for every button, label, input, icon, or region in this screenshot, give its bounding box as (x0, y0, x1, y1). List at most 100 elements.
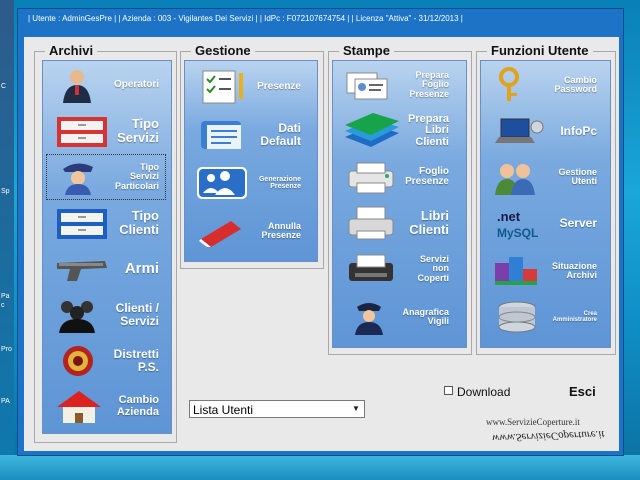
funzioni-crea-amministratore-button[interactable]: Crea Amministratore (485, 295, 603, 339)
books-icon (345, 113, 399, 147)
gestione-dati-default-label: Dati Default (260, 121, 301, 148)
archivi-tipo-servizi-label: Tipo Servizi (117, 116, 159, 145)
panel-stampe: Prepara Foglio Presenze Prepara Libri Cl… (332, 60, 467, 348)
group-title-gestione: Gestione (191, 43, 255, 58)
desktop-icon-label[interactable]: PA (1, 398, 10, 405)
funzioni-gestione-utenti-button[interactable]: Gestione Utenti (485, 155, 603, 199)
website-url: www.ServizieCoperture.it (486, 417, 580, 427)
select-value: Lista Utenti (193, 403, 254, 417)
funzioni-server-button[interactable]: .net MySQL Server (485, 201, 603, 245)
website-url-mirrored: www.ServizieCoperture.it (491, 428, 605, 444)
id-cards-icon (346, 72, 388, 100)
dotnet-mysql-icon: .net MySQL (497, 209, 538, 240)
archivi-tipo-servizi-button[interactable]: Tipo Servizi (47, 109, 165, 153)
main-window: | Utente : AdminGesPre | | Azienda : 003… (17, 8, 624, 456)
gestione-presenze-label: Presenze (257, 80, 301, 92)
cubes-chart-icon (495, 257, 537, 285)
stampe-foglio-presenze-button[interactable]: Foglio Presenze (337, 155, 455, 199)
funzioni-situazione-archivi-button[interactable]: Situazione Archivi (485, 249, 603, 293)
desktop-icon-label[interactable]: Sp (1, 188, 10, 195)
operator-person-icon (63, 70, 91, 103)
printer-icon (348, 162, 394, 194)
funzioni-situazione-archivi-label: Situazione Archivi (551, 260, 597, 280)
archivi-armi-label: Armi (124, 260, 159, 278)
panel-archivi: Operatori Tipo Servizi Tipo Servizi Part… (42, 60, 172, 434)
pistol-icon (57, 261, 107, 281)
funzioni-cambio-password-button[interactable]: Cambio Password (485, 63, 603, 107)
eraser-icon (199, 221, 241, 247)
stampe-prepara-foglio-presenze-button[interactable]: Prepara Foglio Presenze (337, 63, 455, 107)
desktop-icon-label[interactable]: Pa (1, 293, 10, 300)
desktop-left-strip: C Sp Pa c Pro PA (0, 0, 14, 480)
stampe-libri-clienti-button[interactable]: Libri Clienti (337, 201, 455, 245)
funzioni-infopc-button[interactable]: InfoPc (485, 109, 603, 153)
stampe-libri-clienti-label: Libri Clienti (409, 208, 449, 237)
esci-button[interactable]: Esci (569, 384, 596, 399)
funzioni-server-label: Server (559, 215, 597, 230)
checkbox-box[interactable] (444, 386, 453, 395)
group-gestione: Gestione Presenze Dati Default Generazio… (180, 43, 324, 269)
gestione-annulla-presenze-button[interactable]: Annulla Presenze (189, 209, 307, 253)
archivi-tipo-servizi-particolari-button[interactable]: Tipo Servizi Particolari (46, 154, 166, 200)
stampe-servizi-non-coperti-label: Servizi non Coperti (417, 253, 450, 283)
svg-text:MySQL: MySQL (497, 226, 538, 240)
document-stack-icon (201, 121, 241, 149)
group-funzioni-utente: Funzioni Utente Cambio Password InfoPc G… (476, 43, 616, 355)
download-checkbox[interactable]: Download (444, 385, 510, 399)
archivi-cambio-azienda-label: Cambio Azienda (116, 394, 159, 418)
download-label: Download (457, 385, 511, 399)
chevron-down-icon[interactable]: ▼ (349, 402, 363, 416)
desktop-icon-label[interactable]: Pro (1, 346, 12, 353)
group-title-archivi: Archivi (45, 43, 98, 58)
stampe-anagrafica-vigili-label: Anagrafica Vigili (402, 306, 449, 326)
blue-drawer-icon (57, 209, 107, 239)
archivi-tipo-clienti-label: Tipo Clienti (119, 208, 159, 237)
archivi-tipo-servizi-particolari-label: Tipo Servizi Particolari (114, 161, 159, 191)
stampe-anagrafica-vigili-button[interactable]: Anagrafica Vigili (337, 295, 455, 339)
gestione-generazione-presenze-button[interactable]: Generazione Presenze (189, 161, 307, 205)
key-icon (499, 67, 519, 101)
funzioni-cambio-password-label: Cambio Password (554, 74, 597, 94)
archivi-distretti-ps-button[interactable]: Distretti P.S. (47, 339, 165, 383)
group-title-funzioni-utente: Funzioni Utente (487, 43, 593, 58)
laptop-icon (495, 118, 544, 143)
window-titlebar: | Utente : AdminGesPre | | Azienda : 003… (18, 9, 623, 29)
stampe-prepara-foglio-presenze-label: Prepara Foglio Presenze (409, 69, 449, 99)
gestione-annulla-presenze-label: Annulla Presenze (261, 220, 301, 240)
desktop-sea-strip (0, 455, 640, 480)
lista-utenti-select[interactable]: Lista Utenti ▼ (189, 400, 365, 418)
archivi-clienti-servizi-button[interactable]: Clienti / Servizi (47, 293, 165, 337)
group-stampe: Stampe Prepara Foglio Presenze Prepara L… (328, 43, 472, 355)
stampe-prepara-libri-clienti-button[interactable]: Prepara Libri Clienti (337, 109, 455, 153)
archivi-operatori-label: Operatori (113, 78, 159, 90)
funzioni-infopc-label: InfoPc (560, 123, 597, 138)
house-icon (57, 391, 101, 423)
svg-text:.net: .net (497, 209, 521, 224)
desktop-icon-label[interactable]: C (1, 83, 6, 90)
funzioni-crea-amministratore-label: Crea Amministratore (552, 310, 597, 323)
stampe-servizi-non-coperti-button[interactable]: Servizi non Coperti (337, 247, 455, 291)
gestione-generazione-presenze-label: Generazione Presenze (258, 175, 301, 190)
archivi-armi-button[interactable]: Armi (47, 247, 165, 291)
funzioni-gestione-utenti-label: Gestione Utenti (558, 166, 597, 186)
archivi-tipo-clienti-button[interactable]: Tipo Clienti (47, 201, 165, 245)
archivi-distretti-ps-label: Distretti P.S. (113, 347, 159, 374)
users-manage-icon (495, 164, 535, 195)
police-badge-icon (63, 346, 93, 376)
desktop-icon-label[interactable]: c (1, 302, 5, 309)
panel-gestione: Presenze Dati Default Generazione Presen… (184, 60, 318, 262)
police-guard-icon (63, 163, 93, 195)
archivi-cambio-azienda-button[interactable]: Cambio Azienda (47, 385, 165, 429)
gestione-presenze-button[interactable]: Presenze (189, 65, 307, 109)
police-officer-icon (355, 303, 383, 335)
group-archivi: Archivi Operatori Tipo Servizi Tipo Serv… (34, 43, 177, 443)
fax-printer-icon (349, 254, 393, 281)
window-client-area: Archivi Operatori Tipo Servizi Tipo Serv… (24, 37, 619, 451)
printer-paper-icon (348, 206, 394, 240)
users-group-icon (59, 301, 95, 333)
archivi-clienti-servizi-label: Clienti / Servizi (115, 301, 159, 328)
gestione-dati-default-button[interactable]: Dati Default (189, 113, 307, 157)
stampe-foglio-presenze-label: Foglio Presenze (405, 165, 449, 187)
team-meeting-icon (197, 167, 247, 199)
archivi-operatori-button[interactable]: Operatori (47, 63, 165, 107)
